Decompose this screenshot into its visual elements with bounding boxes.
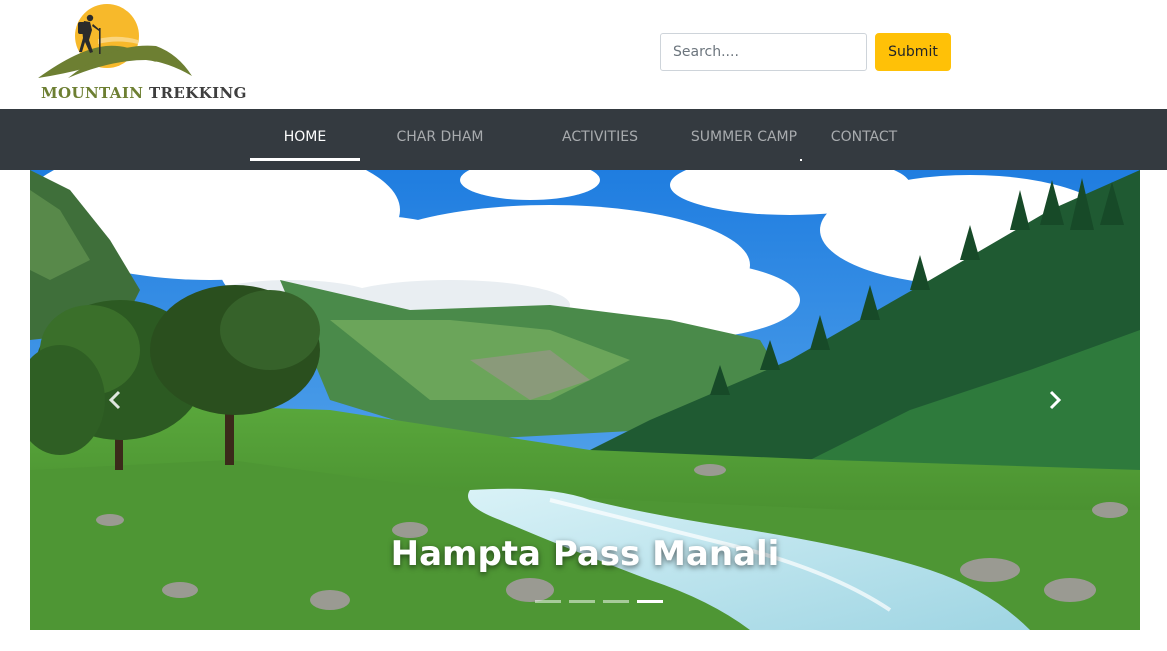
logo-word-trekking: TREKKING [149,84,247,102]
carousel-indicator-1[interactable] [535,600,561,603]
nav-item-summer-camp[interactable]: SUMMER CAMP [680,109,808,170]
main-navbar: HOME CHAR DHAM ACTIVITIES SUMMER CAMP CO… [0,109,1167,170]
nav-dot [800,159,802,161]
logo-word-mountain: MOUNTAIN [41,84,144,102]
carousel-indicator-3[interactable] [603,600,629,603]
chevron-left-icon [108,390,121,410]
logo-text: MOUNTAIN TREKKING [41,84,247,102]
chevron-right-icon [1049,390,1062,410]
hero-carousel[interactable]: Hampta Pass Manali [30,170,1140,630]
site-logo[interactable]: MOUNTAIN TREKKING [38,4,246,104]
nav-item-activities[interactable]: ACTIVITIES [545,109,655,170]
carousel-caption: Hampta Pass Manali [390,534,780,574]
nav-item-char-dham[interactable]: CHAR DHAM [380,109,500,170]
carousel-indicator-2[interactable] [569,600,595,603]
carousel-indicator-4[interactable] [637,600,663,603]
nav-item-contact[interactable]: CONTACT [822,109,906,170]
search-input[interactable] [660,33,867,71]
submit-button[interactable]: Submit [875,33,951,71]
hiker-logo-icon [38,4,192,78]
carousel-prev-button[interactable] [100,385,130,415]
carousel-next-button[interactable] [1040,385,1070,415]
site-header: MOUNTAIN TREKKING Submit [0,0,1167,109]
active-nav-underline [250,158,360,161]
